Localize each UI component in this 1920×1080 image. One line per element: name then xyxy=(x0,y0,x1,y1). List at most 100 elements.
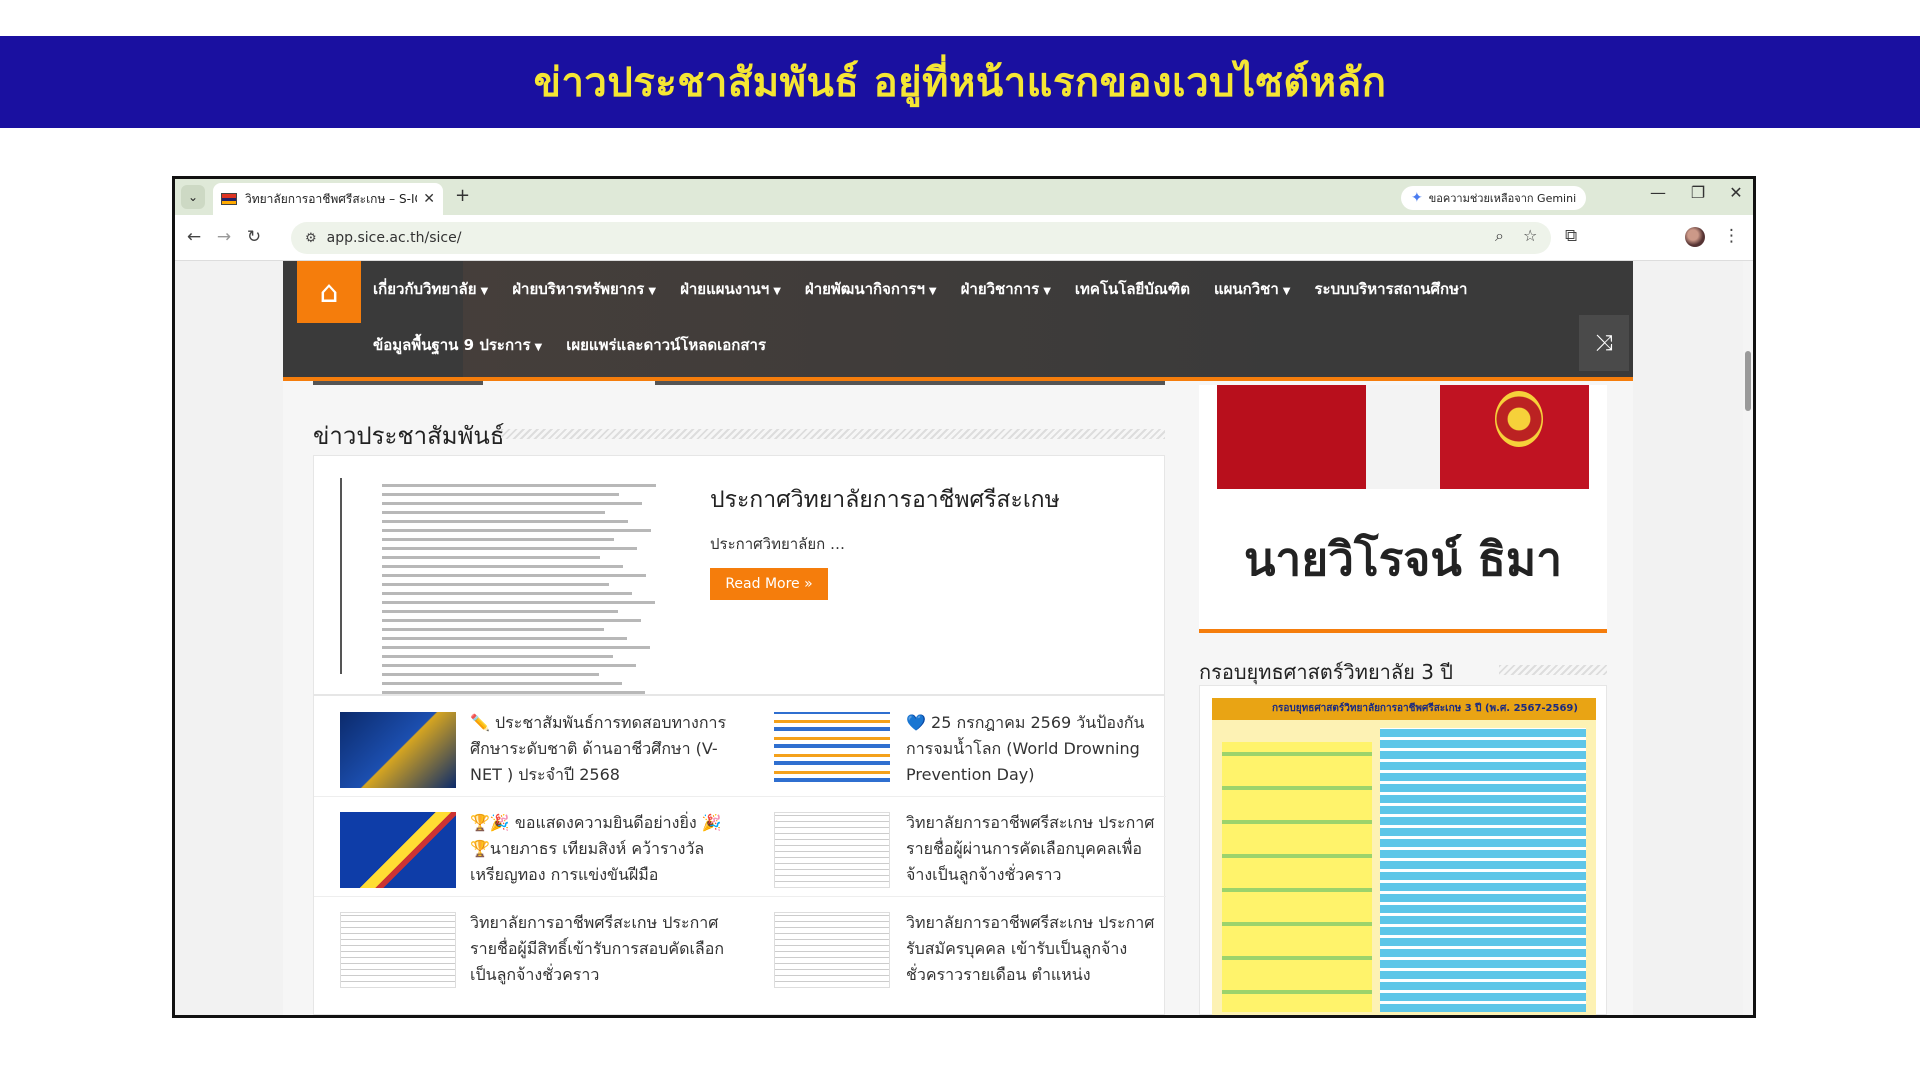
nav-item-row2-0[interactable]: ข้อมูลพื้นฐาน 9 ประการ ▼ xyxy=(373,333,542,357)
reload-icon[interactable]: ↻ xyxy=(243,227,265,247)
nav-item-label: ระบบบริหารสถานศึกษา xyxy=(1314,280,1468,298)
news-title[interactable]: 🏆🎉 ขอแสดงความยินดีอย่างยิ่ง 🎉🏆นายภาธร เท… xyxy=(470,810,730,888)
doc-text-line xyxy=(382,646,650,649)
doc-text-line xyxy=(382,556,600,559)
minimize-icon[interactable]: — xyxy=(1643,183,1673,202)
back-icon[interactable]: ← xyxy=(183,227,205,247)
nav-item-row1-0[interactable]: เกี่ยวกับวิทยาลัย ▼ xyxy=(373,277,488,301)
forward-icon[interactable]: → xyxy=(213,227,235,247)
featured-title[interactable]: ประกาศวิทยาลัยการอาชีพศรีสะเกษ xyxy=(710,482,1060,518)
top-banner: ข่าวประชาสัมพันธ์ อยู่ที่หน้าแรกของเวบไซ… xyxy=(0,36,1920,128)
news-list-item[interactable]: วิทยาลัยการอาชีพศรีสะเกษ ประกาศรับสมัครบ… xyxy=(740,896,1160,994)
nav-item-label: ข้อมูลพื้นฐาน 9 ประการ xyxy=(373,336,531,354)
news-thumbnail[interactable] xyxy=(340,712,456,788)
nav-item-label: เผยแพร่และดาวน์โหลดเอกสาร xyxy=(566,336,767,354)
news-title[interactable]: ✏️ ประชาสัมพันธ์การทดสอบทางการศึกษาระดับ… xyxy=(470,710,730,788)
news-thumbnail[interactable] xyxy=(774,712,890,788)
news-list-item[interactable]: ✏️ ประชาสัมพันธ์การทดสอบทางการศึกษาระดับ… xyxy=(314,696,734,794)
site-info-icon[interactable]: ⚙ xyxy=(305,231,317,246)
gemini-button[interactable]: ✦ ขอความช่วยเหลือจาก Gemini xyxy=(1401,186,1587,210)
nav-item-row1-3[interactable]: ฝ่ายพัฒนากิจการฯ ▼ xyxy=(805,277,937,301)
nav-item-label: แผนกวิชา xyxy=(1213,280,1279,298)
browser-window: ⌄ วิทยาลัยการอาชีพศรีสะเกษ – S-ICE ✕ + ✦… xyxy=(172,176,1756,1018)
doc-text-line xyxy=(382,502,642,505)
news-list-item[interactable]: 🏆🎉 ขอแสดงความยินดีอย่างยิ่ง 🎉🏆นายภาธร เท… xyxy=(314,796,734,894)
news-title[interactable]: วิทยาลัยการอาชีพศรีสะเกษ ประกาศรายชื่อผู… xyxy=(906,810,1156,888)
doc-text-line xyxy=(382,511,605,514)
nav-item-label: ฝ่ายวิชาการ xyxy=(960,280,1040,298)
home-icon[interactable]: ⌂ xyxy=(297,261,361,323)
url-text: app.sice.ac.th/sice/ xyxy=(326,230,462,246)
close-tab-icon[interactable]: ✕ xyxy=(423,191,435,207)
featured-excerpt: ประกาศวิทยาลัยก … xyxy=(710,535,846,553)
active-tab[interactable]: วิทยาลัยการอาชีพศรีสะเกษ – S-ICE ✕ xyxy=(213,183,443,215)
close-window-icon[interactable]: ✕ xyxy=(1721,183,1751,202)
doc-text-line xyxy=(382,664,636,667)
scrollbar[interactable] xyxy=(1743,261,1753,1015)
slider-strip xyxy=(655,381,1165,385)
strategy-infographic[interactable]: กรอบยุทธศาสตร์วิทยาลัยการอาชีพศรีสะเกษ 3… xyxy=(1212,698,1596,1015)
gemini-label: ขอความช่วยเหลือจาก Gemini xyxy=(1428,192,1577,205)
caret-down-icon: ▼ xyxy=(1043,286,1051,297)
strategy-card: กรอบยุทธศาสตร์วิทยาลัยการอาชีพศรีสะเกษ 3… xyxy=(1199,685,1607,1015)
nav-item-row1-6[interactable]: แผนกวิชา ▼ xyxy=(1214,277,1291,301)
doc-text-line xyxy=(382,637,627,640)
strategy-title: กรอบยุทธศาสตร์วิทยาลัย 3 ปี xyxy=(1199,660,1454,684)
doc-text-line xyxy=(382,601,655,604)
caret-down-icon: ▼ xyxy=(773,286,781,297)
tab-search-icon[interactable]: ⌄ xyxy=(181,185,205,209)
url-omnibox[interactable]: ⚙ app.sice.ac.th/sice/ xyxy=(291,222,1551,254)
extensions-icon[interactable]: ⧉ xyxy=(1565,226,1577,246)
bookmark-star-icon[interactable]: ☆ xyxy=(1523,226,1537,245)
nav-item-row1-5[interactable]: เทคโนโลยีบัณฑิต xyxy=(1075,277,1190,301)
restore-icon[interactable]: ❐ xyxy=(1683,183,1713,202)
nav-item-label: ฝ่ายบริหารทรัพยากร xyxy=(512,280,645,298)
director-name: นายวิโรจน์ ธิมา xyxy=(1243,532,1563,586)
news-title[interactable]: 💙 25 กรกฎาคม 2569 วันป้องกันการจมน้ำโลก … xyxy=(906,710,1156,788)
nav-item-label: ฝ่ายแผนงานฯ xyxy=(680,280,770,298)
new-tab-icon[interactable]: + xyxy=(455,185,470,206)
news-thumbnail[interactable] xyxy=(340,912,456,988)
main-nav: ⌂ เกี่ยวกับวิทยาลัย ▼ ฝ่ายบริหารทรัพยากร ▼ ฝ… xyxy=(283,261,1633,381)
nav-item-row1-7[interactable]: ระบบบริหารสถานศึกษา xyxy=(1314,277,1467,301)
news-list-item[interactable]: วิทยาลัยการอาชีพศรีสะเกษ ประกาศรายชื่อผู… xyxy=(740,796,1160,894)
banner-title: ข่าวประชาสัมพันธ์ อยู่ที่หน้าแรกของเวบไซ… xyxy=(533,60,1387,106)
nav-item-row1-2[interactable]: ฝ่ายแผนงานฯ ▼ xyxy=(680,277,781,301)
college-emblem-icon xyxy=(1495,391,1543,447)
scroll-thumb[interactable] xyxy=(1745,351,1751,411)
doc-text-line xyxy=(382,691,645,694)
title-decoration xyxy=(501,429,1165,439)
doc-text-line xyxy=(382,520,628,523)
nav-item-row1-4[interactable]: ฝ่ายวิชาการ ▼ xyxy=(961,277,1051,301)
doc-text-line xyxy=(382,628,604,631)
slider-strip xyxy=(313,381,483,385)
caret-down-icon: ▼ xyxy=(648,286,657,297)
nav-item-row1-1[interactable]: ฝ่ายบริหารทรัพยากร ▼ xyxy=(512,277,656,301)
doc-text-line xyxy=(382,484,656,487)
strategy-header: กรอบยุทธศาสตร์วิทยาลัยการอาชีพศรีสะเกษ 3… xyxy=(1212,698,1596,720)
tab-bar: ⌄ วิทยาลัยการอาชีพศรีสะเกษ – S-ICE ✕ + ✦… xyxy=(175,179,1753,215)
news-thumbnail[interactable] xyxy=(774,912,890,988)
director-card: นายวิโรจน์ ธิมา xyxy=(1199,385,1607,633)
read-more-button[interactable]: Read More » xyxy=(710,568,828,600)
news-list-item[interactable]: 💙 25 กรกฎาคม 2569 วันป้องกันการจมน้ำโลก … xyxy=(740,696,1160,794)
nav-item-row2-1[interactable]: เผยแพร่และดาวน์โหลดเอกสาร xyxy=(566,333,766,357)
news-section-title: ข่าวประชาสัมพันธ์ xyxy=(313,422,505,450)
title-decoration xyxy=(1499,665,1607,675)
profile-avatar[interactable] xyxy=(1685,227,1705,247)
caret-down-icon: ▼ xyxy=(480,286,489,297)
doc-text-line xyxy=(382,538,614,541)
news-list-item[interactable]: วิทยาลัยการอาชีพศรีสะเกษ ประกาศรายชื่อผู… xyxy=(314,896,734,994)
shuffle-icon[interactable]: ⤨ xyxy=(1579,315,1629,371)
news-thumbnail[interactable] xyxy=(340,812,456,888)
director-photo xyxy=(1217,385,1589,489)
doc-text-line xyxy=(382,610,618,613)
menu-kebab-icon[interactable]: ⋮ xyxy=(1723,226,1740,246)
news-title[interactable]: วิทยาลัยการอาชีพศรีสะเกษ ประกาศรับสมัครบ… xyxy=(906,910,1156,988)
page-viewport: ⌂ เกี่ยวกับวิทยาลัย ▼ ฝ่ายบริหารทรัพยากร ▼ ฝ… xyxy=(175,261,1753,1015)
zoom-icon[interactable]: ⌕ xyxy=(1495,226,1504,246)
news-title[interactable]: วิทยาลัยการอาชีพศรีสะเกษ ประกาศรายชื่อผู… xyxy=(470,910,730,988)
featured-thumbnail[interactable] xyxy=(340,478,670,694)
tab-title: วิทยาลัยการอาชีพศรีสะเกษ – S-ICE xyxy=(245,191,418,206)
news-thumbnail[interactable] xyxy=(774,812,890,888)
